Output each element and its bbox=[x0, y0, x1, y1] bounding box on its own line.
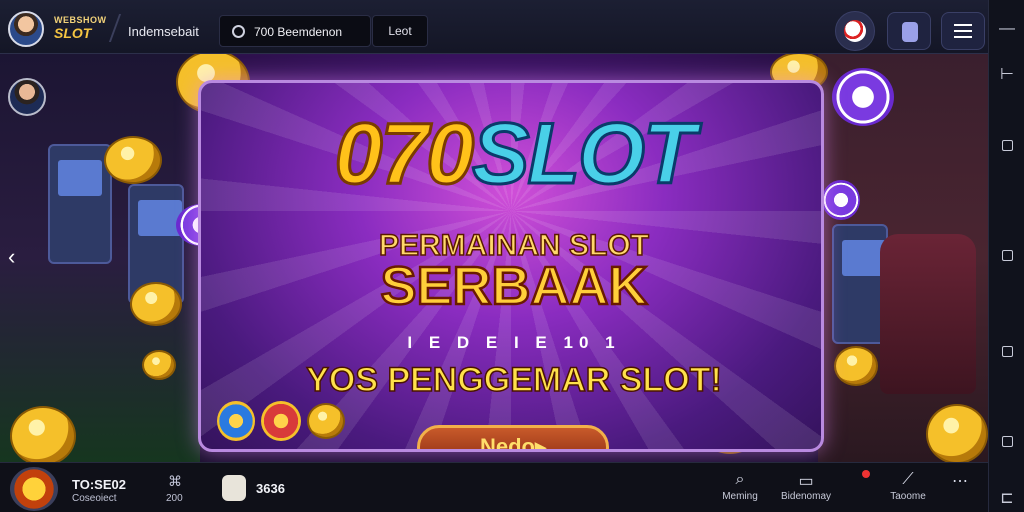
user-avatar[interactable] bbox=[8, 11, 44, 47]
banner-small-text: I E D E I E 10 1 bbox=[407, 333, 621, 352]
casino-chip-icon bbox=[822, 180, 860, 220]
mask-count: 3636 bbox=[256, 481, 285, 496]
brand-logo[interactable]: SLOT bbox=[54, 25, 91, 41]
minus-icon[interactable]: — bbox=[989, 20, 1024, 38]
coin-icon bbox=[926, 404, 988, 462]
hamburger-menu-icon bbox=[954, 24, 972, 38]
notification-icon[interactable] bbox=[862, 470, 870, 478]
right-rail: — ⊢ ⊏ bbox=[988, 0, 1024, 512]
nav-label: Meming bbox=[722, 491, 758, 502]
dice-icon bbox=[902, 22, 918, 42]
soccer-ball-icon bbox=[844, 20, 866, 42]
nav-edit[interactable]: ⟋ Taoome bbox=[878, 471, 938, 502]
document-icon: ▭ bbox=[798, 473, 814, 490]
nav-document[interactable]: ▭ Bidenomay bbox=[776, 471, 836, 502]
coin-icon bbox=[130, 282, 182, 326]
play-now-button[interactable]: Nedo▸ bbox=[417, 425, 609, 449]
gaming-chair-image bbox=[880, 234, 976, 394]
search-input[interactable]: 700 Beemdenon bbox=[219, 15, 371, 47]
brand-tagline: WEBSHOW bbox=[54, 15, 107, 25]
coin-icon bbox=[142, 350, 176, 380]
nav-search[interactable]: ⌕ Meming bbox=[710, 471, 770, 502]
pencil-icon: ⟋ bbox=[902, 471, 914, 488]
more-icon: ⋯ bbox=[952, 473, 968, 490]
hero-scene: 070SLOT PERMAINAN SLOT SERBAAK I E D E I… bbox=[0, 54, 988, 462]
top-bar: WEBSHOW SLOT Indemsebait 700 Beemdenon L… bbox=[0, 0, 988, 54]
square-icon[interactable] bbox=[1002, 346, 1013, 357]
square-icon[interactable] bbox=[1002, 250, 1013, 261]
nav-link[interactable]: Indemsebait bbox=[128, 24, 199, 39]
promo-banner[interactable]: 070SLOT PERMAINAN SLOT SERBAAK I E D E I… bbox=[198, 80, 824, 452]
search-icon bbox=[232, 25, 245, 38]
banner-tagline: YOS PENGGEMAR SLOT! bbox=[305, 360, 722, 400]
square-icon[interactable] bbox=[1002, 436, 1013, 447]
logo-word: SLOT bbox=[471, 106, 697, 202]
nav-label: Bidenomay bbox=[780, 491, 832, 502]
coin-icon bbox=[307, 403, 345, 439]
casino-chip-icon bbox=[261, 401, 301, 441]
login-button[interactable]: Leot bbox=[372, 15, 428, 47]
casino-chip-icon bbox=[832, 68, 894, 126]
logo-number: 070 bbox=[333, 106, 475, 202]
square-icon[interactable] bbox=[1002, 140, 1013, 151]
search-icon: ⌕ bbox=[735, 471, 745, 488]
chevron-left-icon[interactable]: ‹ bbox=[8, 244, 15, 270]
gold-bar-icon[interactable] bbox=[10, 467, 58, 511]
score-value: TO:SE02 bbox=[72, 477, 126, 492]
sports-ball-button[interactable] bbox=[835, 11, 875, 51]
nav-more[interactable]: ⋯ bbox=[930, 471, 990, 491]
coin-icon bbox=[834, 346, 878, 386]
agent-avatar[interactable] bbox=[8, 78, 46, 116]
coin-icon bbox=[104, 136, 162, 184]
divider bbox=[108, 14, 122, 42]
item-count: 200 bbox=[166, 493, 183, 504]
back-arrow-icon[interactable]: ⊏ bbox=[989, 488, 1024, 508]
dice-button[interactable] bbox=[887, 12, 931, 50]
bottom-bar: TO:SE02 Coseoiect ⌘ 200 3636 ⌕ Meming ▭ … bbox=[0, 462, 988, 512]
mask-icon[interactable] bbox=[222, 475, 246, 501]
slot-machine-image bbox=[48, 144, 112, 264]
game-logo: 070SLOT bbox=[201, 110, 821, 199]
nav-label: Taoome bbox=[890, 491, 926, 502]
casino-chip-icon bbox=[217, 401, 255, 441]
search-value: 700 Beemdenon bbox=[254, 25, 343, 39]
coin-icon bbox=[10, 406, 76, 462]
menu-button[interactable] bbox=[941, 12, 985, 50]
banner-headline: SERBAAK bbox=[379, 256, 649, 316]
back-arrow-icon[interactable]: ⊢ bbox=[989, 64, 1024, 84]
score-caption: Coseoiect bbox=[72, 493, 117, 504]
chat-icon[interactable]: ⌘ bbox=[168, 473, 182, 490]
